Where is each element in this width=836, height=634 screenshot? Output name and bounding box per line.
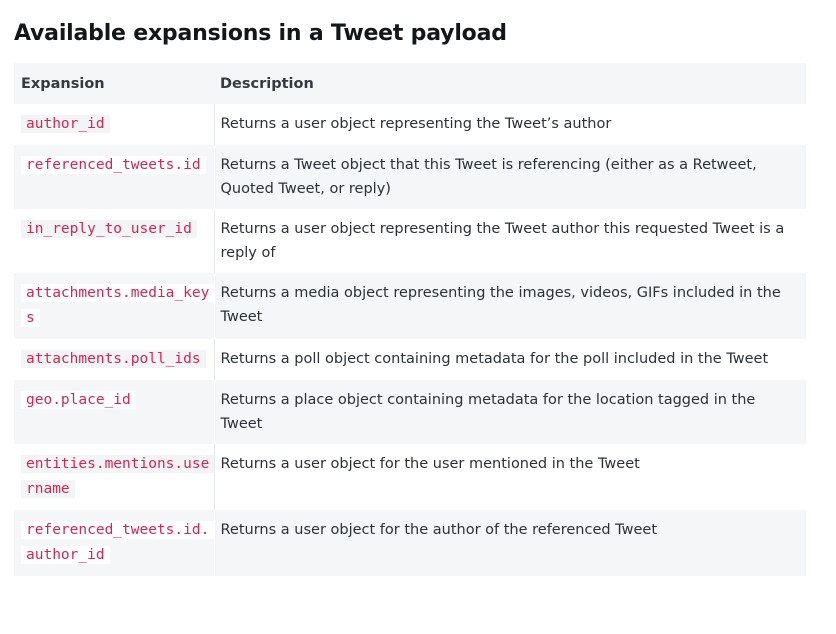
- description-cell: Returns a user object representing the T…: [220, 221, 785, 261]
- column-header-expansion: Expansion: [14, 63, 214, 104]
- expansion-cell: geo.place_id: [14, 380, 215, 444]
- expansion-cell: referenced_tweets.id: [14, 145, 215, 209]
- table-row: geo.place_id Returns a place object cont…: [14, 380, 806, 444]
- description-cell: Returns a poll object containing metadat…: [220, 351, 769, 367]
- expansions-table: Expansion Description author_id Returns …: [14, 63, 806, 576]
- page-title: Available expansions in a Tweet payload: [14, 21, 507, 46]
- description-cell: Returns a user object for the user menti…: [220, 456, 640, 472]
- expansion-code: attachments.poll_ids: [21, 350, 206, 368]
- expansion-cell: in_reply_to_user_id: [14, 209, 215, 273]
- description-cell: Returns a Tweet object that this Tweet i…: [214, 145, 806, 209]
- table-row: in_reply_to_user_id Returns a user objec…: [14, 209, 806, 273]
- column-header-description: Description: [214, 63, 806, 104]
- expansion-cell: attachments.poll_ids: [14, 339, 215, 380]
- table-row: author_id Returns a user object represen…: [14, 104, 806, 145]
- description-cell: Returns a user object representing the T…: [220, 116, 612, 132]
- table-row: referenced_tweets.id.author_id Returns a…: [14, 510, 806, 576]
- expansion-cell: referenced_tweets.id.author_id: [14, 510, 215, 576]
- table-header-row: Expansion Description: [14, 63, 806, 104]
- table-row: entities.mentions.username Returns a use…: [14, 444, 806, 510]
- description-cell: Returns a user object for the author of …: [214, 510, 806, 576]
- expansion-cell: attachments.media_keys: [14, 273, 215, 339]
- expansion-code: in_reply_to_user_id: [21, 220, 197, 238]
- expansion-code: author_id: [21, 115, 110, 133]
- expansion-code: referenced_tweets.id.author_id: [21, 521, 215, 564]
- expansion-cell: entities.mentions.username: [14, 444, 215, 510]
- expansion-cell: author_id: [14, 104, 215, 145]
- table-row: referenced_tweets.id Returns a Tweet obj…: [14, 145, 806, 209]
- description-cell: Returns a place object containing metada…: [214, 380, 806, 444]
- description-cell: Returns a media object representing the …: [214, 273, 806, 339]
- expansion-code: referenced_tweets.id: [21, 156, 206, 174]
- expansion-code: attachments.media_keys: [21, 284, 215, 327]
- expansion-code: geo.place_id: [21, 391, 136, 409]
- table-row: attachments.media_keys Returns a media o…: [14, 273, 806, 339]
- table-row: attachments.poll_ids Returns a poll obje…: [14, 339, 806, 380]
- expansion-code: entities.mentions.username: [21, 455, 215, 498]
